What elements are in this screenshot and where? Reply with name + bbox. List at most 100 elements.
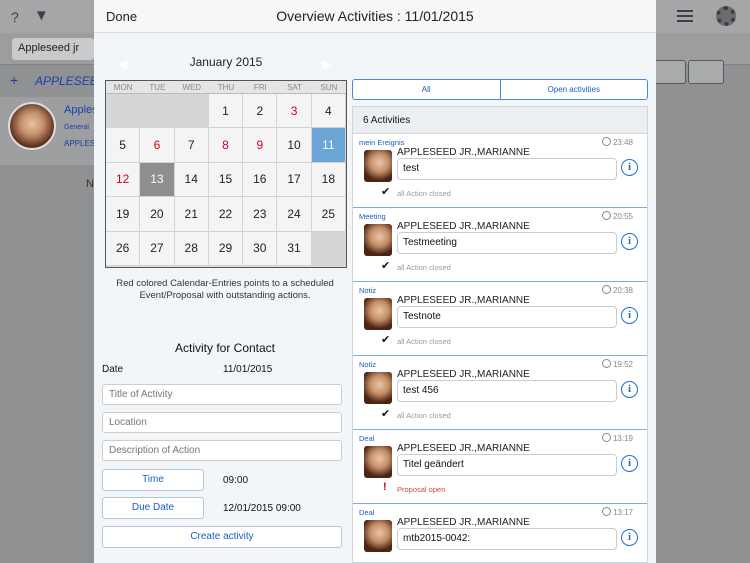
overview-activities-modal: Done Overview Activities : 11/01/2015 ◀ … — [94, 0, 656, 563]
activity-time-value: 23:48 — [612, 138, 633, 147]
background-plus-icon: + — [10, 72, 19, 88]
activity-time: 19:52 — [601, 359, 633, 369]
contact-avatar — [364, 372, 392, 404]
weekday-label: SAT — [287, 83, 303, 92]
calendar-day-18[interactable]: 18 — [311, 162, 346, 198]
calendar-day-17[interactable]: 17 — [277, 162, 312, 198]
weekday-label: THU — [217, 83, 235, 92]
activity-time: 23:48 — [601, 137, 633, 147]
filter-all-tab[interactable]: All — [353, 80, 501, 99]
calendar-day-6[interactable]: 6 — [140, 128, 175, 163]
activity-time: 13:17 — [601, 507, 633, 517]
calendar-day-7[interactable]: 7 — [174, 128, 209, 163]
calendar-day-27[interactable]: 27 — [140, 231, 175, 266]
background-search-field: Appleseed jr — [12, 38, 94, 60]
description-input[interactable] — [102, 440, 342, 461]
gear-icon — [716, 6, 736, 26]
calendar-day-24[interactable]: 24 — [277, 197, 312, 232]
calendar-day-20[interactable]: 20 — [140, 197, 175, 232]
calendar-day-11[interactable]: 11 — [311, 128, 346, 163]
activity-item[interactable]: Notiz 19:52 APPLESEED JR.,MARIANNE test 456… — [353, 356, 647, 430]
calendar-day-1[interactable]: 1 — [208, 94, 244, 129]
activity-status: all Action closed — [397, 189, 451, 198]
info-icon[interactable]: i — [621, 307, 638, 324]
time-button[interactable]: Time — [102, 469, 204, 491]
create-activity-button[interactable]: Create activity — [102, 526, 342, 548]
calendar-day-19[interactable]: 19 — [106, 197, 141, 232]
activity-status: all Action closed — [397, 411, 451, 420]
title-input[interactable] — [102, 384, 342, 405]
calendar-day-3[interactable]: 3 — [277, 94, 312, 129]
calendar-day-5[interactable]: 5 — [106, 128, 141, 163]
activity-type: mein Ereignis — [359, 138, 405, 147]
activities-list: 6 Activities mein Ereignis 23:48 APPLESEED… — [352, 106, 648, 563]
checkmark-icon: ✔ — [381, 408, 391, 420]
calendar-day-30[interactable]: 30 — [243, 231, 278, 266]
activity-form-heading: Activity for Contact — [174, 341, 276, 355]
activity-time-value: 20:38 — [612, 286, 633, 295]
activity-items: mein Ereignis 23:48 APPLESEED JR.,MARIANNE… — [353, 134, 647, 562]
weekday-label: WED — [182, 83, 202, 92]
due-date-button[interactable]: Due Date — [102, 497, 204, 519]
warning-icon: ! — [383, 481, 387, 493]
time-value: 09:00 — [223, 475, 249, 486]
calendar-day-13[interactable]: 13 — [140, 162, 175, 198]
activity-contact-name: APPLESEED JR.,MARIANNE — [397, 369, 530, 380]
calendar-day-26[interactable]: 26 — [106, 231, 141, 266]
calendar-days: 1 2 3 4 5 6 7 8 9 10 11 12 13 14 15 16 17 18 19 20 21 22 23 24 2… — [106, 94, 346, 266]
calendar-day-29[interactable]: 29 — [208, 231, 244, 266]
next-month-icon[interactable]: ▶ — [322, 57, 331, 71]
filter-open-tab[interactable]: Open activities — [501, 80, 648, 99]
location-input[interactable] — [102, 412, 342, 433]
activity-contact-name: APPLESEED JR.,MARIANNE — [397, 295, 530, 306]
activity-item[interactable]: Deal 13:19 APPLESEED JR.,MARIANNE Titel geä… — [353, 430, 647, 504]
contact-avatar — [364, 298, 392, 330]
clock-icon — [601, 433, 611, 442]
calendar-day-21[interactable]: 21 — [174, 197, 209, 232]
weekday-label: FRI — [253, 83, 267, 92]
activity-title: Titel geändert — [397, 454, 617, 476]
contact-avatar — [364, 224, 392, 256]
calendar-day-2[interactable]: 2 — [243, 94, 278, 129]
checkmark-icon: ✔ — [381, 186, 391, 198]
weekday-label: MON — [113, 83, 133, 92]
modal-title: Overview Activities : 11/01/2015 — [276, 8, 474, 24]
activity-type: Meeting — [359, 212, 386, 221]
calendar-day-14[interactable]: 14 — [174, 162, 209, 198]
activity-item[interactable]: mein Ereignis 23:48 APPLESEED JR.,MARIANNE… — [353, 134, 647, 208]
info-icon[interactable]: i — [621, 455, 638, 472]
calendar-day-9[interactable]: 9 — [243, 128, 278, 163]
activity-time-value: 19:52 — [612, 360, 633, 369]
calendar-day-4[interactable]: 4 — [311, 94, 346, 129]
info-icon[interactable]: i — [621, 529, 638, 546]
activity-type: Notiz — [359, 360, 377, 369]
activity-time-value: 13:17 — [612, 508, 633, 517]
calendar-day-16[interactable]: 16 — [243, 162, 278, 198]
calendar-day-28[interactable]: 28 — [174, 231, 209, 266]
calendar-day-8[interactable]: 8 — [208, 128, 244, 163]
info-icon[interactable]: i — [621, 233, 638, 250]
activity-item[interactable]: Meeting 20:55 APPLESEED JR.,MARIANNE Testme… — [353, 208, 647, 282]
calendar-day-15[interactable]: 15 — [208, 162, 244, 198]
calendar-day-22[interactable]: 22 — [208, 197, 244, 232]
contact-avatar — [364, 446, 392, 478]
calendar-day-23[interactable]: 23 — [243, 197, 278, 232]
modal-header: Done Overview Activities : 11/01/2015 — [94, 0, 656, 33]
weekday-label: TUE — [149, 83, 166, 92]
background-contact-sub: General — [64, 124, 89, 131]
activity-time: 20:38 — [601, 285, 633, 295]
activity-item[interactable]: Deal 13:17 APPLESEED JR.,MARIANNE mtb2015-0… — [353, 504, 647, 562]
activity-type: Deal — [359, 434, 375, 443]
calendar-day-10[interactable]: 10 — [277, 128, 312, 163]
checkmark-icon: ✔ — [381, 334, 391, 346]
due-date-value: 12/01/2015 09:00 — [223, 503, 301, 514]
calendar-day-31[interactable]: 31 — [277, 231, 312, 266]
activity-status: all Action closed — [397, 337, 451, 346]
activity-status: Proposal open — [397, 485, 446, 494]
calendar-day-25[interactable]: 25 — [311, 197, 346, 232]
info-icon[interactable]: i — [621, 159, 638, 176]
info-icon[interactable]: i — [621, 381, 638, 398]
clock-icon — [601, 137, 611, 146]
calendar-day-12[interactable]: 12 — [106, 162, 141, 198]
activity-item[interactable]: Notiz 20:38 APPLESEED JR.,MARIANNE Testnote… — [353, 282, 647, 356]
